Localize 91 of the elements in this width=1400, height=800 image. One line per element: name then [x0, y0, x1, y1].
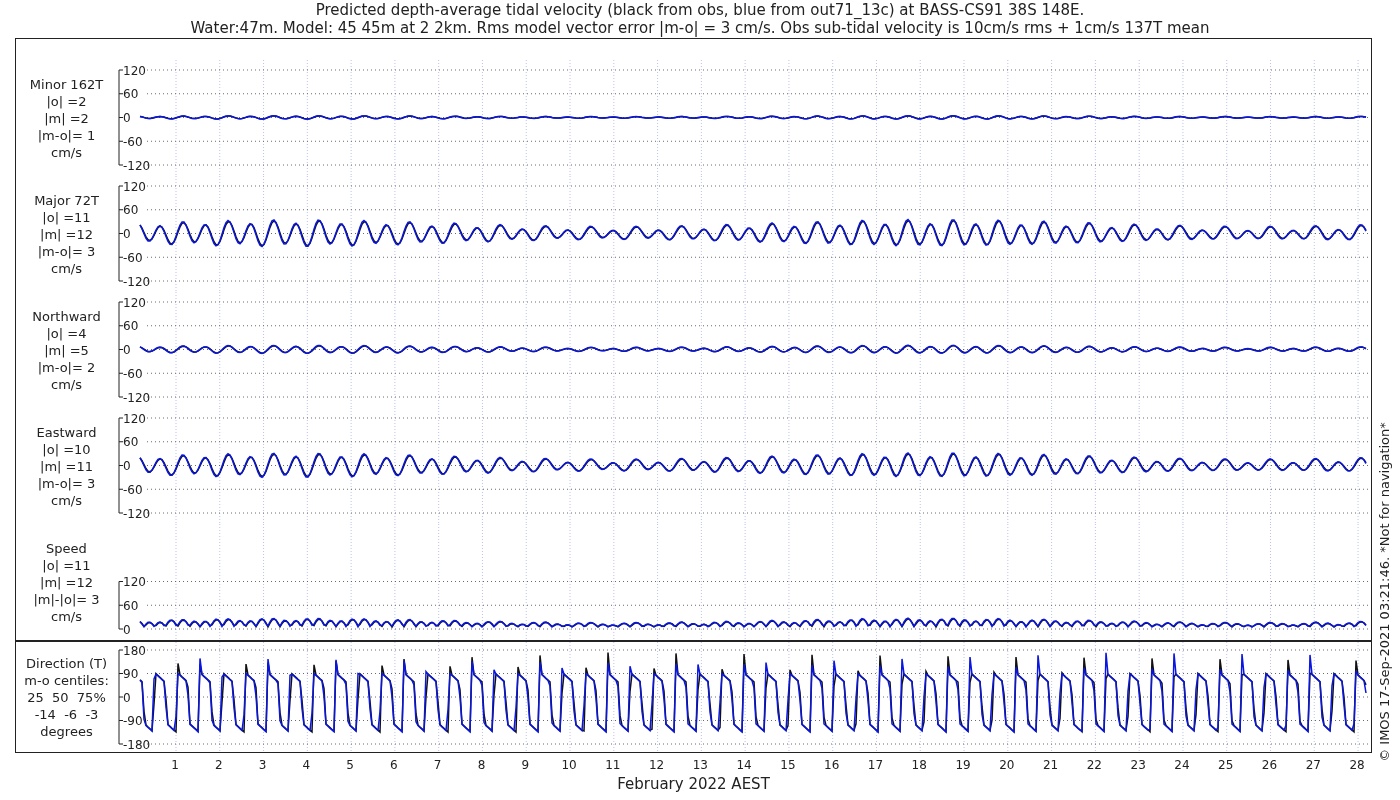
x-tick-label: 26: [1261, 757, 1278, 774]
y-tick-label: 120: [123, 63, 146, 78]
x-tick-label: 5: [346, 757, 354, 774]
y-tick-label: 120: [123, 179, 146, 194]
y-tick-label: 120: [123, 575, 146, 589]
credit-text: © IMOS 17-Sep-2021 03:21:46. *Not for navigation*: [1377, 422, 1393, 762]
panel-label-line: Northward: [32, 307, 101, 325]
panel-label-line: |m| =12: [40, 573, 93, 591]
y-tick-label: 60: [123, 319, 139, 334]
y-tick-label: 0: [123, 690, 131, 705]
y-axis: [118, 581, 124, 630]
panel-label-line: Eastward: [36, 423, 97, 441]
y-tick-label: -60: [123, 482, 143, 497]
panel-label-line: |m-o|= 1: [37, 126, 96, 144]
y-tick-label: -60: [123, 366, 143, 381]
chart-title: Predicted depth-average tidal velocity (black from obs, blue from out71_13c) at BASS-CS91 38S 148E.: [315, 1, 1085, 19]
y-tick-label: 60: [123, 87, 139, 102]
chart-title: Water:47m. Model: 45 45m at 2 2km. Rms model vector error |m-o| = 3 cm/s. Obs sub-tidal velocity is 10cm/s rms + 1cm/s 137T mean: [190, 19, 1210, 37]
y-tick-label: 60: [123, 203, 139, 218]
panel-label-line: |m| =2: [44, 109, 89, 127]
panel-label-line: Minor 162T: [29, 75, 104, 93]
panel-label-line: cm/s: [51, 607, 82, 625]
panel-label-line: cm/s: [51, 491, 82, 509]
x-tick-label: 24: [1174, 757, 1190, 774]
x-tick-label: 27: [1305, 757, 1321, 774]
y-tick-label: 0: [123, 459, 131, 473]
y-tick-label: -120: [123, 274, 151, 289]
panel-label-line: |o| =11: [42, 556, 91, 574]
y-tick-label: -60: [123, 134, 143, 149]
x-tick-label: 10: [561, 757, 577, 774]
x-tick-label: 2: [214, 757, 223, 774]
panel-label-line: Major 72T: [34, 191, 99, 209]
x-tick-label: 6: [390, 757, 398, 774]
y-tick-label: 60: [123, 598, 139, 613]
panel-label-line: degrees: [40, 722, 93, 740]
panel-label-line: Speed: [46, 539, 87, 557]
panel-label-line: |o| =11: [42, 208, 91, 226]
panel-label-line: Direction (T): [26, 654, 107, 672]
panel-label-line: |m| =5: [44, 341, 89, 359]
x-tick-label: 15: [780, 757, 796, 774]
x-tick-label: 17: [867, 757, 884, 774]
panel-label-line: |m| =11: [40, 457, 93, 475]
panel-label-line: |m-o|= 2: [37, 358, 96, 376]
x-tick-label: 16: [824, 757, 840, 774]
x-tick-label: 13: [692, 757, 708, 774]
x-tick-label: 1: [171, 757, 179, 774]
panel-label-line: |m-o|= 3: [37, 474, 96, 492]
panel-label-line: -14 -6 -3: [34, 705, 99, 723]
x-tick-label: 22: [1086, 757, 1102, 774]
x-tick-label: 7: [433, 757, 442, 774]
y-tick-label: 60: [123, 435, 139, 450]
x-tick-label: 25: [1218, 757, 1234, 774]
panel-label-line: |o| =2: [46, 92, 87, 110]
y-tick-label: -90: [123, 714, 143, 728]
y-tick-label: 120: [123, 411, 146, 426]
y-tick-label: -120: [123, 506, 151, 521]
y-tick-label: 0: [123, 343, 131, 357]
panel-label-line: cm/s: [51, 143, 82, 161]
y-tick-label: 0: [123, 227, 131, 241]
x-tick-label: 21: [1042, 757, 1059, 774]
panel-label-line: |m-o|= 3: [37, 242, 96, 260]
y-tick-label: 180: [123, 643, 146, 658]
x-tick-label: 3: [258, 757, 267, 774]
panel-label-line: |m| =12: [40, 225, 93, 243]
x-tick-label: 9: [521, 757, 530, 774]
x-tick-label: 20: [999, 757, 1015, 774]
x-tick-label: 14: [736, 757, 752, 774]
y-tick-label: -120: [123, 390, 151, 405]
y-tick-label: 90: [123, 667, 139, 681]
y-tick-label: 0: [123, 622, 131, 637]
x-axis-title: February 2022 AEST: [617, 775, 770, 793]
panel-label-line: m-o centiles:: [24, 671, 109, 689]
x-tick-label: 12: [648, 757, 665, 774]
x-tick-label: 23: [1130, 757, 1146, 774]
x-tick-label: 11: [605, 757, 621, 774]
x-tick-label: 18: [911, 757, 927, 774]
y-tick-label: -120: [123, 158, 151, 173]
y-tick-label: -60: [123, 250, 143, 265]
panel-label-line: cm/s: [51, 375, 82, 393]
y-tick-label: 0: [123, 111, 131, 125]
x-tick-label: 19: [955, 757, 971, 774]
panel-label-line: cm/s: [51, 259, 82, 277]
panel-label-line: |m|-|o|= 3: [33, 590, 100, 608]
x-tick-label: 4: [302, 757, 311, 774]
panel-label-line: 25 50 75%: [27, 688, 106, 706]
x-tick-label: 28: [1349, 757, 1365, 774]
x-tick-label: 8: [477, 757, 486, 774]
panel-label-line: |o| =4: [46, 324, 87, 342]
panel-label-line: |o| =10: [42, 440, 91, 458]
y-tick-label: 120: [123, 295, 146, 310]
y-tick-label: -180: [123, 737, 151, 752]
